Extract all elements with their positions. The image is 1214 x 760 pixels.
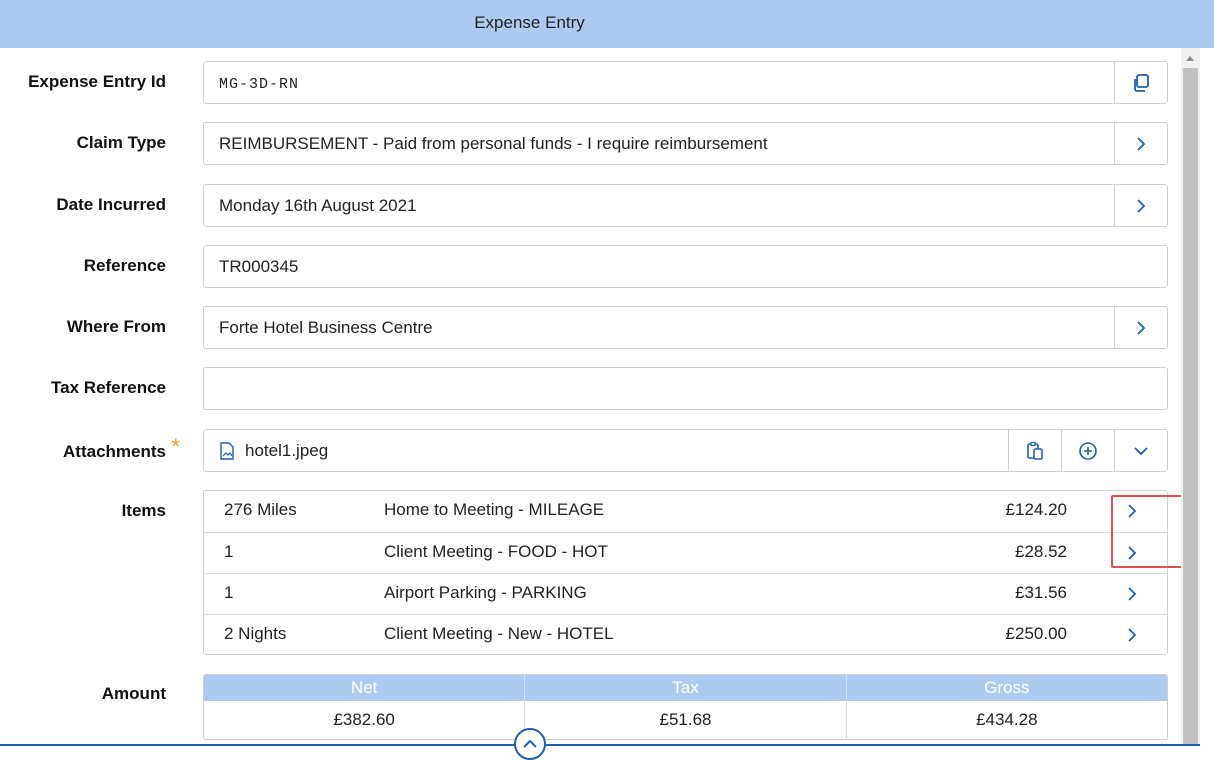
image-file-icon xyxy=(220,441,234,460)
amount-summary-table: Net Tax Gross £382.60 £51.68 £434.28 xyxy=(203,674,1168,740)
date-incurred-label: Date Incurred xyxy=(56,195,166,214)
reference-input[interactable]: TR000345 xyxy=(203,245,1168,288)
item-open-button[interactable] xyxy=(1107,574,1157,614)
net-value: £382.60 xyxy=(204,701,526,739)
tax-reference-label: Tax Reference xyxy=(51,378,166,397)
chevron-right-icon xyxy=(1128,628,1137,642)
where-from-value: Forte Hotel Business Centre xyxy=(219,318,433,337)
where-from-field[interactable]: Forte Hotel Business Centre xyxy=(203,306,1168,349)
item-qty: 1 xyxy=(224,542,234,561)
copy-icon xyxy=(1134,73,1149,92)
item-qty: 1 xyxy=(224,583,234,602)
chevron-right-icon xyxy=(1137,136,1146,151)
tax-reference-input[interactable] xyxy=(203,367,1168,410)
attachments-label-group: Attachments * xyxy=(63,434,180,461)
net-header: Net xyxy=(204,675,526,701)
required-marker: * xyxy=(171,434,180,459)
item-open-button[interactable] xyxy=(1107,615,1157,655)
add-attachment-button[interactable] xyxy=(1061,430,1114,471)
item-description: Home to Meeting - MILEAGE xyxy=(384,500,605,519)
item-amount: £124.20 xyxy=(1005,500,1067,519)
item-row[interactable]: 1 Client Meeting - FOOD - HOT £28.52 xyxy=(204,532,1167,573)
vertical-scrollbar[interactable] xyxy=(1181,48,1200,745)
date-incurred-field[interactable]: Monday 16th August 2021 xyxy=(203,184,1168,227)
expense-entry-id-value: MG-3D-RN xyxy=(219,76,300,93)
gross-header: Gross xyxy=(984,678,1030,697)
chevron-up-icon xyxy=(523,739,537,748)
attachments-field: hotel1.jpeg xyxy=(203,429,1168,472)
item-amount: £28.52 xyxy=(1015,542,1067,561)
item-description: Client Meeting - FOOD - HOT xyxy=(384,542,608,561)
amount-header-row: Net Tax Gross xyxy=(204,675,1167,701)
attachment-file-name: hotel1.jpeg xyxy=(245,441,329,460)
where-from-select-button[interactable] xyxy=(1114,307,1167,348)
scrollbar-thumb[interactable] xyxy=(1183,68,1198,745)
item-description: Client Meeting - New - HOTEL xyxy=(384,624,614,643)
reference-label: Reference xyxy=(83,256,166,275)
gross-value: £434.28 xyxy=(976,710,1038,729)
chevron-down-icon xyxy=(1134,446,1148,455)
items-label: Items xyxy=(121,501,166,520)
reference-value: TR000345 xyxy=(219,257,299,276)
copy-button[interactable] xyxy=(1114,62,1167,103)
page-title: Expense Entry xyxy=(474,13,585,32)
attachments-label-wrap: Attachments * xyxy=(0,434,180,462)
chevron-right-icon xyxy=(1137,198,1146,213)
paste-button[interactable] xyxy=(1008,430,1061,471)
chevron-right-icon xyxy=(1137,320,1146,335)
tax-header: Tax xyxy=(525,675,847,701)
claim-type-field[interactable]: REIMBURSEMENT - Paid from personal funds… xyxy=(203,122,1168,165)
item-amount: £31.56 xyxy=(1015,583,1067,602)
attachments-label: Attachments xyxy=(63,442,166,461)
item-amount: £250.00 xyxy=(1005,624,1067,643)
date-incurred-select-button[interactable] xyxy=(1114,185,1167,226)
amount-values-row: £382.60 £51.68 £434.28 xyxy=(204,701,1167,739)
expense-entry-id-label: Expense Entry Id xyxy=(28,72,166,91)
highlight-box xyxy=(1111,495,1183,568)
item-description: Airport Parking - PARKING xyxy=(384,583,587,602)
window-title-bar: Expense Entry xyxy=(0,0,1214,48)
claim-type-value: REIMBURSEMENT - Paid from personal funds… xyxy=(219,134,768,153)
item-qty: 2 Nights xyxy=(224,624,287,643)
item-row[interactable]: 1 Airport Parking - PARKING £31.56 xyxy=(204,573,1167,614)
amount-label: Amount xyxy=(101,684,166,703)
item-row[interactable]: 2 Nights Client Meeting - New - HOTEL £2… xyxy=(204,614,1167,655)
date-incurred-value: Monday 16th August 2021 xyxy=(219,196,417,215)
tax-value: £51.68 xyxy=(525,701,847,739)
expense-entry-id-field: MG-3D-RN xyxy=(203,61,1168,104)
chevron-right-icon xyxy=(1128,587,1137,601)
scroll-up-arrow[interactable] xyxy=(1186,56,1194,61)
where-from-label: Where From xyxy=(66,317,166,336)
item-row[interactable]: 276 Miles Home to Meeting - MILEAGE £124… xyxy=(204,491,1167,532)
claim-type-select-button[interactable] xyxy=(1114,123,1167,164)
bottom-divider xyxy=(0,744,1200,746)
paste-icon xyxy=(1027,441,1043,460)
add-circle-icon xyxy=(1079,441,1097,460)
attachments-expand-button[interactable] xyxy=(1114,430,1167,471)
items-list: 276 Miles Home to Meeting - MILEAGE £124… xyxy=(203,490,1168,655)
claim-type-label: Claim Type xyxy=(76,133,166,152)
collapse-button[interactable] xyxy=(514,728,546,760)
item-qty: 276 Miles xyxy=(224,500,297,519)
